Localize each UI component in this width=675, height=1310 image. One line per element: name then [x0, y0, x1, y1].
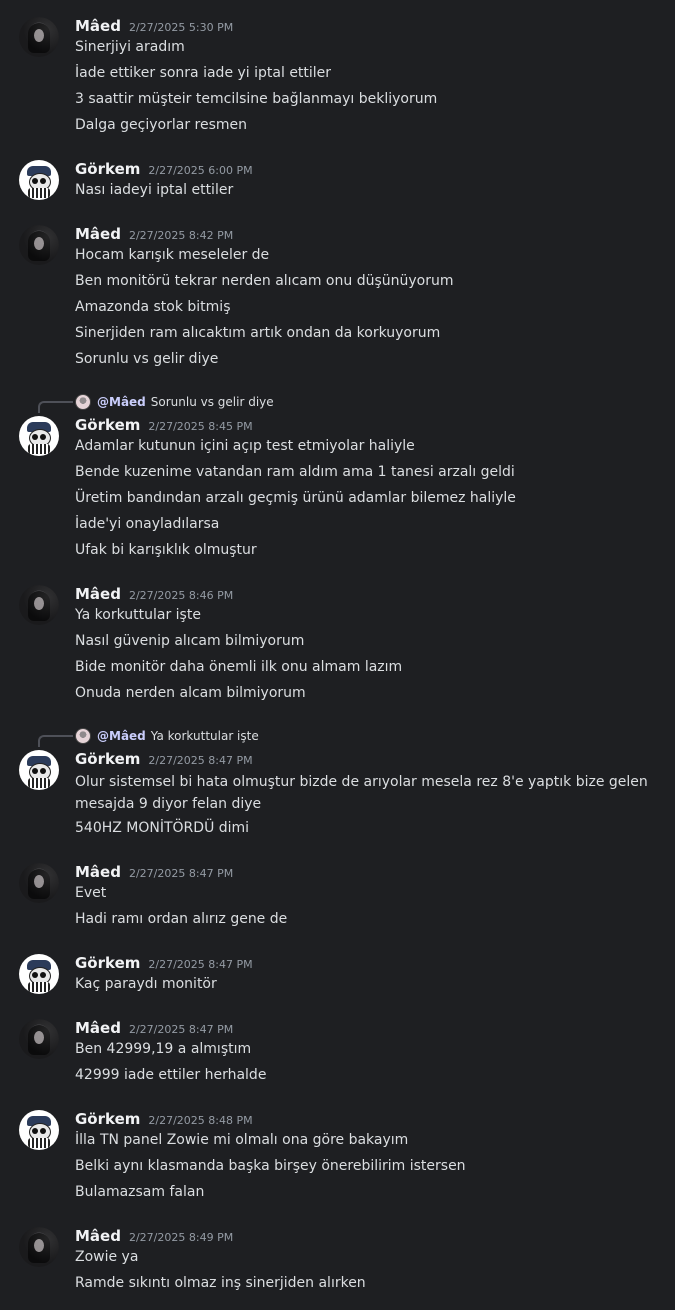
message-line: Zowie ya	[75, 1249, 139, 1265]
message-line: Sorunlu vs gelir diye	[75, 351, 219, 367]
message-header: Görkem 2/27/2025 8:47 PM	[75, 954, 253, 974]
timestamp: 2/27/2025 8:47 PM	[128, 1023, 234, 1036]
message-line: Ben 42999,19 a almıştım	[75, 1041, 252, 1057]
reply-mention[interactable]: @Mâed	[97, 395, 146, 409]
message-line: Dalga geçiyorlar resmen	[75, 117, 248, 133]
timestamp: 2/27/2025 8:47 PM	[148, 958, 253, 971]
message-header: Mâed 2/27/2025 8:49 PM	[75, 1227, 233, 1247]
maed-avatar[interactable]	[19, 585, 59, 625]
username[interactable]: Görkem	[75, 1110, 140, 1128]
message-line: Sinerjiden ram alıcaktım artık ondan da …	[75, 325, 441, 341]
timestamp: 2/27/2025 6:00 PM	[148, 164, 253, 177]
gorkem-avatar[interactable]	[19, 1110, 59, 1150]
message-header: Görkem 2/27/2025 8:47 PM	[75, 750, 253, 770]
message-line: İade ettiker sonra iade yi iptal ettiler	[75, 65, 332, 81]
message-line: Bide monitör daha önemli ilk onu almam l…	[75, 659, 403, 675]
reply-spine	[38, 735, 73, 747]
message-line: Nasıl güvenip alıcam bilmiyorum	[75, 633, 305, 649]
message-line: Nası iadeyi iptal ettiler	[75, 182, 234, 198]
username[interactable]: Görkem	[75, 416, 140, 434]
message-line: Olur sistemsel bi hata olmuştur bizde de…	[75, 774, 648, 812]
username[interactable]: Mâed	[75, 863, 121, 881]
message-line: Ya korkuttular işte	[75, 607, 201, 623]
message-line: Üretim bandından arzalı geçmiş ürünü ada…	[75, 490, 516, 506]
maed-avatar[interactable]	[19, 225, 59, 265]
timestamp: 2/27/2025 8:45 PM	[148, 420, 253, 433]
reply-preview[interactable]: @Mâed Sorunlu vs gelir diye	[75, 394, 274, 410]
maed-avatar[interactable]	[19, 17, 59, 57]
message-line: Ramde sıkıntı olmaz inş sinerjiden alırk…	[75, 1275, 366, 1291]
timestamp: 2/27/2025 8:47 PM	[148, 754, 253, 767]
message-header: Mâed 2/27/2025 8:47 PM	[75, 1019, 233, 1039]
timestamp: 2/27/2025 8:47 PM	[128, 867, 234, 880]
reply-text[interactable]: Ya korkuttular işte	[151, 729, 259, 743]
message-line: 42999 iade ettiler herhalde	[75, 1067, 267, 1083]
reply-avatar	[75, 728, 91, 744]
timestamp: 2/27/2025 8:48 PM	[148, 1114, 253, 1127]
message-line: Onuda nerden alcam bilmiyorum	[75, 685, 306, 701]
maed-avatar[interactable]	[19, 863, 59, 903]
message-line: Belki aynı klasmanda başka birşey önereb…	[75, 1158, 466, 1174]
username[interactable]: Mâed	[75, 225, 121, 243]
gorkem-avatar[interactable]	[19, 954, 59, 994]
message-line: Evet	[75, 885, 107, 901]
username[interactable]: Görkem	[75, 160, 140, 178]
message-line: Bende kuzenime vatandan ram aldım ama 1 …	[75, 464, 515, 480]
message-line: İlla TN panel Zowie mi olmalı ona göre b…	[75, 1132, 409, 1148]
message-header: Mâed 2/27/2025 5:30 PM	[75, 17, 233, 37]
gorkem-avatar[interactable]	[19, 160, 59, 200]
message-line: İade'yi onayladılarsa	[75, 516, 220, 532]
reply-text[interactable]: Sorunlu vs gelir diye	[151, 395, 274, 409]
message-header: Görkem 2/27/2025 6:00 PM	[75, 160, 253, 180]
message-line: 3 saattir müşteir temcilsine bağlanmayı …	[75, 91, 438, 107]
message-line: Amazonda stok bitmiş	[75, 299, 231, 315]
message-line: Adamlar kutunun içini açıp test etmiyola…	[75, 438, 415, 454]
message-header: Mâed 2/27/2025 8:47 PM	[75, 863, 233, 883]
reply-avatar	[75, 394, 91, 410]
reply-preview[interactable]: @Mâed Ya korkuttular işte	[75, 728, 259, 744]
timestamp: 2/27/2025 8:42 PM	[128, 229, 234, 242]
message-line: Sinerjiyi aradım	[75, 39, 185, 55]
username[interactable]: Mâed	[75, 17, 121, 35]
timestamp: 2/27/2025 8:46 PM	[128, 589, 234, 602]
gorkem-avatar[interactable]	[19, 750, 59, 790]
message-line: Ufak bi karışıklık olmuştur	[75, 542, 257, 558]
timestamp: 2/27/2025 8:49 PM	[128, 1231, 234, 1244]
message-line: Bulamazsam falan	[75, 1184, 205, 1200]
message-line: Hocam karışık meseleler de	[75, 247, 270, 263]
message-line: Hadi ramı ordan alırız gene de	[75, 911, 288, 927]
reply-spine	[38, 401, 73, 413]
reply-mention[interactable]: @Mâed	[97, 729, 146, 743]
message-line: Ben monitörü tekrar nerden alıcam onu dü…	[75, 273, 454, 289]
maed-avatar[interactable]	[19, 1227, 59, 1267]
maed-avatar[interactable]	[19, 1019, 59, 1059]
message-header: Mâed 2/27/2025 8:46 PM	[75, 585, 233, 605]
message-header: Mâed 2/27/2025 8:42 PM	[75, 225, 233, 245]
username[interactable]: Mâed	[75, 585, 121, 603]
timestamp: 2/27/2025 5:30 PM	[128, 21, 234, 34]
username[interactable]: Mâed	[75, 1019, 121, 1037]
message-header: Görkem 2/27/2025 8:45 PM	[75, 416, 253, 436]
gorkem-avatar[interactable]	[19, 416, 59, 456]
username[interactable]: Mâed	[75, 1227, 121, 1245]
username[interactable]: Görkem	[75, 750, 140, 768]
username[interactable]: Görkem	[75, 954, 140, 972]
message-header: Görkem 2/27/2025 8:48 PM	[75, 1110, 253, 1130]
message-line: 540HZ MONİTÖRDÜ dimi	[75, 820, 250, 836]
message-line: Kaç paraydı monitör	[75, 976, 217, 992]
